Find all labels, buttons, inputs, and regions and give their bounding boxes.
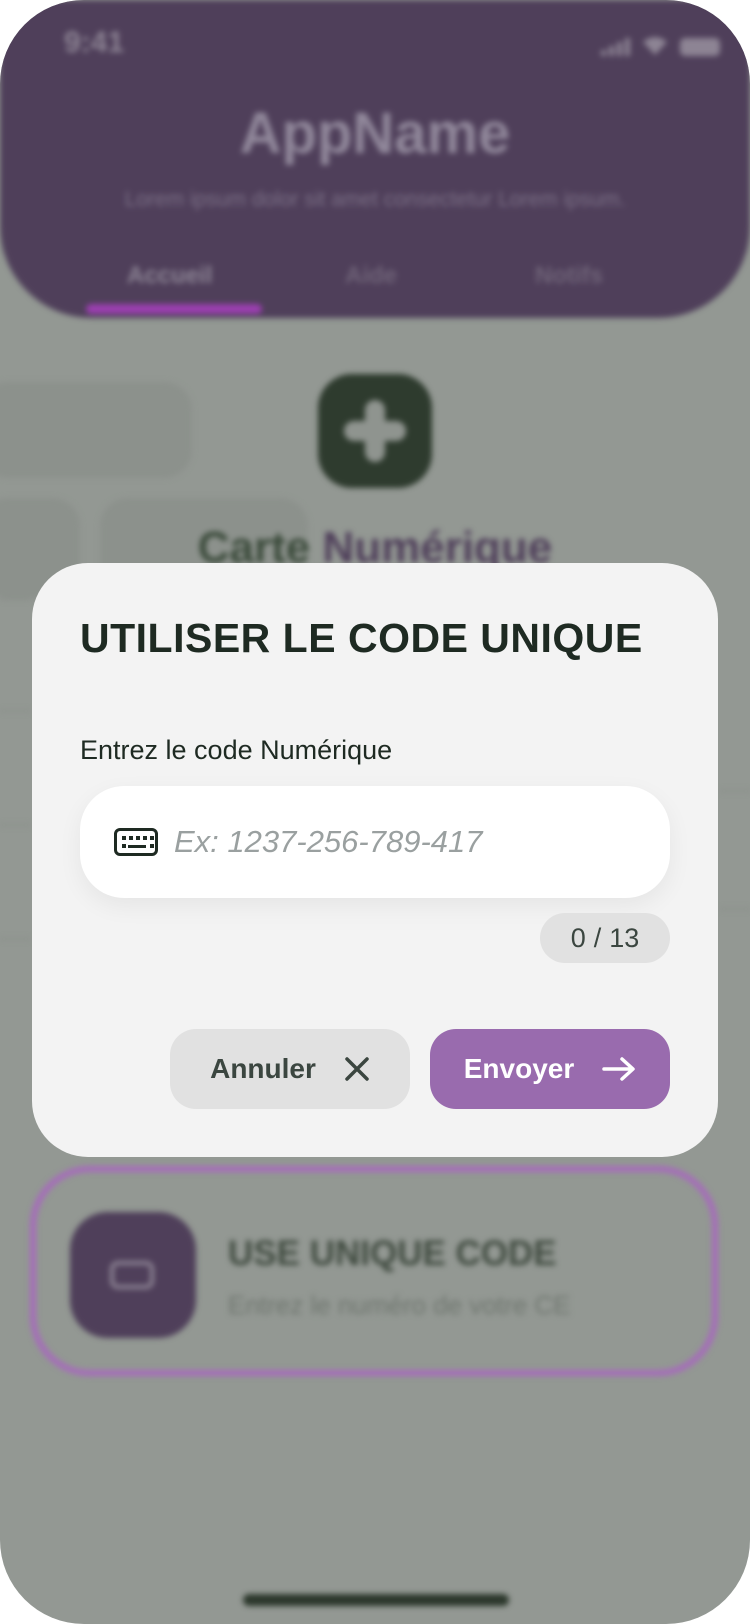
divider [0, 598, 30, 600]
tab-accueil[interactable]: Accueil [127, 262, 212, 290]
send-button-label: Envoyer [463, 1053, 575, 1084]
tab-notifs[interactable]: Notifs [535, 262, 603, 290]
phone-screen: 9:41 AppName Lorem ipsum dolor sit amet … [0, 0, 750, 1624]
home-indicator [243, 1594, 509, 1606]
arrow-right-icon [602, 1057, 635, 1081]
active-tab-indicator [86, 304, 262, 314]
divider [720, 908, 750, 910]
status-time: 9:41 [64, 26, 125, 59]
wifi-icon [643, 37, 667, 55]
app-subtitle: Lorem ipsum dolor sit amet consectetur L… [124, 188, 626, 211]
plus-icon[interactable] [318, 374, 432, 488]
code-card-subtitle: Entrez le numéro de votre CE [228, 1290, 571, 1320]
code-input-container[interactable] [80, 786, 670, 898]
divider [0, 824, 30, 826]
code-card-title: USE UNIQUE CODE [228, 1234, 557, 1273]
tab-aide[interactable]: Aide [345, 262, 397, 290]
divider [720, 790, 750, 792]
code-tile [70, 1212, 196, 1338]
card-icon [110, 1261, 154, 1289]
keyboard-icon [114, 828, 158, 856]
character-counter: 0/13 [540, 913, 670, 963]
placeholder-block [0, 382, 192, 478]
dialog-title: UTILISER LE CODE UNIQUE [80, 615, 643, 661]
close-icon [345, 1057, 369, 1081]
signal-icon [601, 38, 630, 56]
send-button[interactable]: Envoyer [430, 1029, 670, 1109]
divider [0, 710, 30, 712]
unique-code-dialog: UTILISER LE CODE UNIQUE Entrez le code N… [32, 563, 718, 1157]
code-field-label: Entrez le code Numérique [80, 735, 393, 765]
app-name: AppName [239, 101, 511, 166]
cancel-button[interactable]: Annuler [170, 1029, 410, 1109]
app-header: 9:41 AppName Lorem ipsum dolor sit amet … [0, 0, 750, 318]
cancel-button-label: Annuler [210, 1053, 316, 1084]
status-icons [601, 36, 720, 56]
use-unique-code-card[interactable]: USE UNIQUE CODE Entrez le numéro de votr… [30, 1166, 718, 1376]
code-input[interactable] [174, 786, 644, 898]
divider [0, 938, 30, 940]
battery-icon [680, 38, 720, 56]
